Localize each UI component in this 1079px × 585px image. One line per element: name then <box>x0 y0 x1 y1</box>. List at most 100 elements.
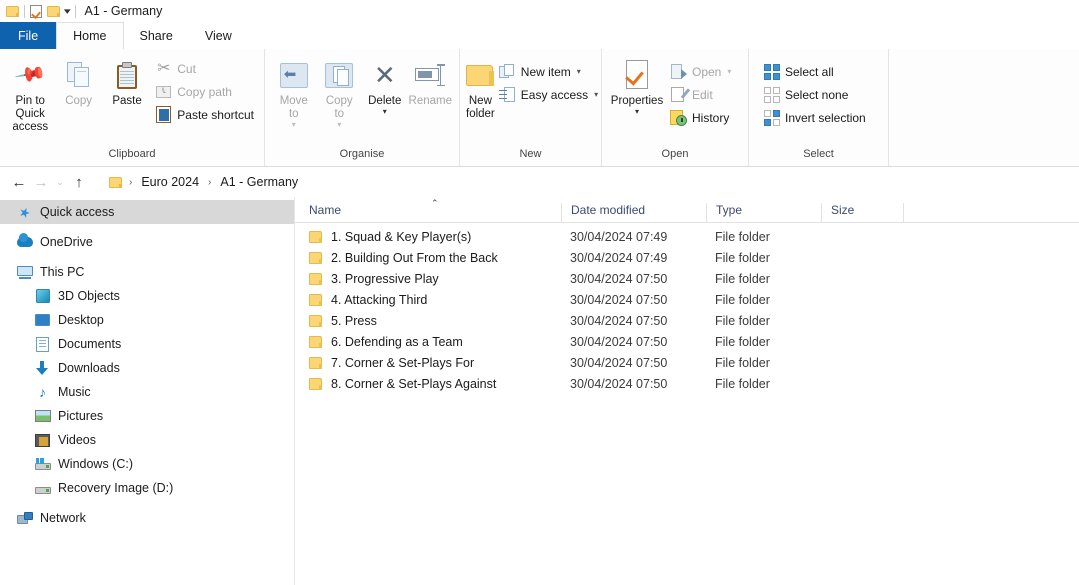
file-name-cell: 3. Progressive Play <box>295 272 561 286</box>
ribbon-group-label-organise: Organise <box>339 148 385 160</box>
table-row[interactable]: 7. Corner & Set-Plays For 30/04/2024 07:… <box>295 352 1079 373</box>
rename-button[interactable]: Rename <box>408 54 454 108</box>
file-type-cell: File folder <box>715 292 770 307</box>
copy-to-icon <box>325 58 354 92</box>
copy-path-icon: \\.. <box>155 83 172 100</box>
file-name-label: 7. Corner & Set-Plays For <box>331 355 475 370</box>
recent-locations-button[interactable]: ⌄ <box>52 171 68 193</box>
column-header-date-modified[interactable]: Date modified <box>561 203 706 222</box>
tab-view[interactable]: View <box>189 22 248 49</box>
forward-button[interactable]: → <box>30 171 52 193</box>
sidebar-item-desktop[interactable]: Desktop <box>0 308 294 332</box>
back-button[interactable]: ← <box>8 171 30 193</box>
sidebar-item-onedrive[interactable]: OneDrive <box>0 230 294 254</box>
move-to-icon: ⬅ <box>279 58 308 92</box>
breadcrumb-item-euro-2024[interactable]: Euro 2024 <box>139 175 201 189</box>
select-none-button[interactable]: Select none <box>759 83 870 106</box>
table-row[interactable]: 1. Squad & Key Player(s) 30/04/2024 07:4… <box>295 226 1079 247</box>
open-button[interactable]: Open ▾ <box>666 60 735 83</box>
sidebar-item-recovery-image-d[interactable]: Recovery Image (D:) <box>0 476 294 500</box>
table-row[interactable]: 4. Attacking Third 30/04/2024 07:50 File… <box>295 289 1079 310</box>
videos-icon <box>34 432 51 449</box>
folder-icon <box>309 335 323 348</box>
copy-to-label-line1: Copy <box>325 95 353 107</box>
cut-button[interactable]: ✂ Cut <box>151 57 258 80</box>
open-caret-icon[interactable]: ▾ <box>727 67 731 76</box>
ribbon-group-organise: ⬅ Move to ▾ Copy to ▾ ✕ Delete ▾ Rename … <box>264 49 459 166</box>
sidebar-item-quick-access[interactable]: ★ Quick access <box>0 200 294 224</box>
new-item-icon <box>499 63 516 80</box>
column-header-size[interactable]: Size <box>821 203 903 222</box>
file-type-cell: File folder <box>715 334 770 349</box>
sidebar-item-videos[interactable]: Videos <box>0 428 294 452</box>
file-type-cell: File folder <box>715 229 770 244</box>
delete-button[interactable]: ✕ Delete ▾ <box>362 54 408 116</box>
move-to-button[interactable]: ⬅ Move to ▾ <box>271 54 317 129</box>
copy-path-button[interactable]: \\.. Copy path <box>151 80 258 103</box>
tab-file[interactable]: File <box>0 22 57 49</box>
invert-selection-button[interactable]: Invert selection <box>759 106 870 129</box>
up-button[interactable]: ↑ <box>68 171 90 193</box>
sidebar-item-documents[interactable]: Documents <box>0 332 294 356</box>
ribbon-group-select: Select all Select none Invert selection … <box>748 49 888 166</box>
tab-home[interactable]: Home <box>56 22 124 49</box>
folder-properties-icon[interactable] <box>30 4 42 18</box>
new-folder-icon[interactable] <box>47 5 60 17</box>
sidebar-item-network[interactable]: Network <box>0 506 294 530</box>
address-bar: ← → ⌄ ↑ › Euro 2024 › A1 - Germany <box>0 167 1079 197</box>
properties-button[interactable]: Properties ▾ <box>608 54 666 116</box>
file-date-cell: 30/04/2024 07:50 <box>570 292 668 307</box>
breadcrumb[interactable]: › Euro 2024 › A1 - Germany <box>96 171 1071 193</box>
ribbon-group-label-clipboard: Clipboard <box>108 148 156 160</box>
new-folder-button[interactable]: New folder <box>466 54 495 121</box>
copy-to-caret-icon[interactable]: ▾ <box>337 121 341 129</box>
file-type-cell: File folder <box>715 355 770 370</box>
sidebar-item-label: Recovery Image (D:) <box>58 481 174 495</box>
sidebar-item-label: Quick access <box>40 205 115 219</box>
sidebar-item-this-pc[interactable]: This PC <box>0 260 294 284</box>
table-row[interactable]: 3. Progressive Play 30/04/2024 07:50 Fil… <box>295 268 1079 289</box>
easy-access-button[interactable]: Easy access ▾ <box>495 83 602 106</box>
history-label: History <box>692 110 730 125</box>
table-row[interactable]: 8. Corner & Set-Plays Against 30/04/2024… <box>295 373 1079 394</box>
window-title: A1 - Germany <box>84 4 163 18</box>
folder-icon <box>309 293 323 306</box>
table-row[interactable]: 6. Defending as a Team 30/04/2024 07:50 … <box>295 331 1079 352</box>
column-header-name[interactable]: Name <box>295 203 561 222</box>
table-row[interactable]: 5. Press 30/04/2024 07:50 File folder <box>295 310 1079 331</box>
breadcrumb-item-a1-germany[interactable]: A1 - Germany <box>218 175 300 189</box>
folder-icon <box>309 251 323 264</box>
new-item-button[interactable]: New item ▾ <box>495 60 602 83</box>
easy-access-caret-icon[interactable]: ▾ <box>594 90 598 99</box>
table-row[interactable]: 2. Building Out From the Back 30/04/2024… <box>295 247 1079 268</box>
paste-shortcut-button[interactable]: ↗ Paste shortcut <box>151 103 258 126</box>
file-type-cell: File folder <box>715 376 770 391</box>
copy-to-button[interactable]: Copy to ▾ <box>317 54 363 129</box>
new-item-caret-icon[interactable]: ▾ <box>577 67 581 76</box>
copy-button[interactable]: Copy <box>54 54 102 108</box>
sidebar-item-windows-c[interactable]: Windows (C:) <box>0 452 294 476</box>
paste-button[interactable]: Paste <box>103 54 151 108</box>
properties-caret-icon[interactable]: ▾ <box>635 108 639 116</box>
network-icon <box>16 510 33 527</box>
pin-to-quick-access-button[interactable]: 📌 Pin to Quick access <box>6 54 54 134</box>
move-to-caret-icon[interactable]: ▾ <box>292 121 296 129</box>
sidebar-item-music[interactable]: ♪ Music <box>0 380 294 404</box>
onedrive-cloud-icon <box>16 233 33 251</box>
sidebar-item-downloads[interactable]: Downloads <box>0 356 294 380</box>
select-all-button[interactable]: Select all <box>759 60 870 83</box>
edit-button[interactable]: Edit <box>666 83 735 106</box>
windows-drive-icon <box>34 456 51 473</box>
folder-icon <box>309 272 323 285</box>
qat-separator-2 <box>74 4 76 18</box>
sidebar-item-3d-objects[interactable]: 3D Objects <box>0 284 294 308</box>
sidebar-item-pictures[interactable]: Pictures <box>0 404 294 428</box>
history-button[interactable]: History <box>666 106 735 129</box>
sidebar-item-label: 3D Objects <box>58 289 120 303</box>
customize-qat-caret-icon[interactable]: ▾ <box>64 6 71 16</box>
file-name-label: 2. Building Out From the Back <box>331 250 498 265</box>
delete-caret-icon[interactable]: ▾ <box>383 108 387 116</box>
tab-share[interactable]: Share <box>124 22 189 49</box>
paste-shortcut-label: Paste shortcut <box>177 107 254 122</box>
column-header-type[interactable]: Type <box>706 203 821 222</box>
